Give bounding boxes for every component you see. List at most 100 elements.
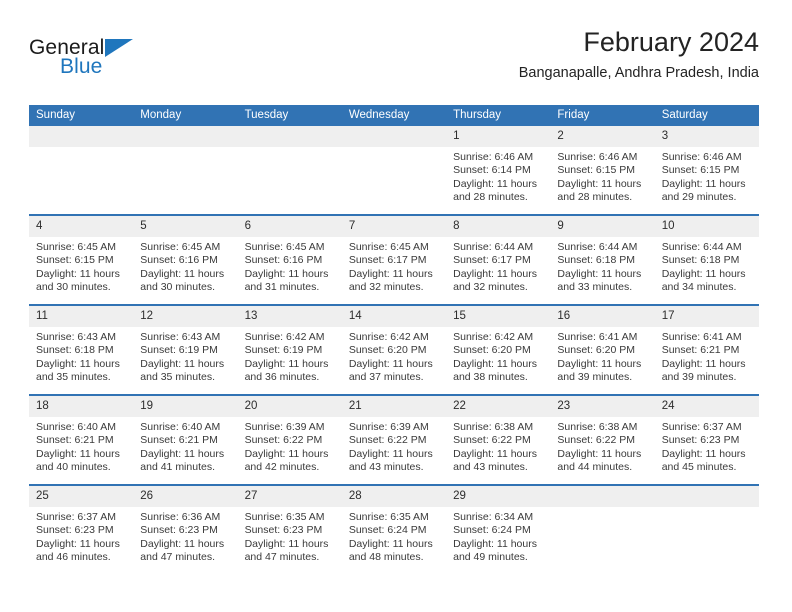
daylight-text-line2: and 36 minutes. — [244, 371, 320, 384]
day-number: 27 — [237, 486, 342, 507]
day-cell[interactable]: 15 Sunrise: 6:42 AM Sunset: 6:20 PM Dayl… — [446, 304, 551, 395]
sunrise-text: Sunrise: 6:39 AM — [348, 421, 429, 433]
daylight-text-line2: and 45 minutes. — [661, 461, 737, 474]
sunrise-text: Sunrise: 6:45 AM — [348, 241, 429, 253]
day-cell[interactable]: 6 Sunrise: 6:45 AM Sunset: 6:16 PM Dayli… — [237, 214, 342, 305]
sunrise-text: Sunrise: 6:41 AM — [557, 331, 638, 343]
day-cell[interactable]: 21 Sunrise: 6:39 AM Sunset: 6:22 PM Dayl… — [341, 394, 447, 485]
daylight-text-line2: and 34 minutes. — [661, 281, 737, 294]
daylight-text-line2: and 32 minutes. — [453, 281, 528, 294]
sunrise-text: Sunrise: 6:45 AM — [36, 241, 116, 253]
weekday-header-tuesday: Tuesday — [237, 105, 342, 126]
day-number: 21 — [341, 396, 447, 417]
daylight-text-line2: and 48 minutes. — [348, 551, 424, 564]
sunset-text: Sunset: 6:17 PM — [348, 254, 427, 267]
day-number: 18 — [29, 396, 134, 417]
day-number — [29, 126, 134, 147]
day-cell[interactable]: 28 Sunrise: 6:35 AM Sunset: 6:24 PM Dayl… — [341, 484, 447, 574]
day-number: 29 — [446, 486, 551, 507]
daylight-text-line2: and 39 minutes. — [557, 371, 633, 384]
day-number: 9 — [550, 216, 655, 237]
day-cell[interactable]: 1 Sunrise: 6:46 AM Sunset: 6:14 PM Dayli… — [446, 126, 551, 215]
weekday-header-monday: Monday — [133, 105, 238, 126]
daylight-text-line1: Daylight: 11 hours — [661, 357, 746, 370]
daylight-text-line1: Daylight: 11 hours — [36, 267, 120, 280]
day-cell — [654, 484, 759, 574]
day-number: 16 — [550, 306, 655, 327]
day-cell[interactable]: 29 Sunrise: 6:34 AM Sunset: 6:24 PM Dayl… — [446, 484, 551, 574]
sunset-text: Sunset: 6:22 PM — [244, 434, 323, 447]
day-details: Sunrise: 6:42 AM Sunset: 6:20 PM Dayligh… — [446, 327, 550, 385]
day-number: 6 — [237, 216, 342, 237]
day-cell[interactable]: 10 Sunrise: 6:44 AM Sunset: 6:18 PM Dayl… — [654, 214, 759, 305]
day-cell[interactable]: 25 Sunrise: 6:37 AM Sunset: 6:23 PM Dayl… — [29, 484, 134, 574]
sunrise-text: Sunrise: 6:38 AM — [453, 421, 534, 433]
sunrise-text: Sunrise: 6:42 AM — [453, 331, 534, 343]
sunset-text: Sunset: 6:21 PM — [36, 434, 114, 447]
weekday-header-wednesday: Wednesday — [341, 105, 447, 126]
day-details: Sunrise: 6:38 AM Sunset: 6:22 PM Dayligh… — [446, 417, 550, 475]
day-number — [133, 126, 238, 147]
title-block: February 2024 Banganapalle, Andhra Prade… — [519, 26, 759, 83]
sunset-text: Sunset: 6:23 PM — [140, 524, 218, 537]
calendar-body: 1 Sunrise: 6:46 AM Sunset: 6:14 PM Dayli… — [29, 126, 759, 574]
sunset-text: Sunset: 6:16 PM — [244, 254, 323, 267]
day-cell[interactable]: 12 Sunrise: 6:43 AM Sunset: 6:19 PM Dayl… — [133, 304, 238, 395]
day-cell[interactable]: 26 Sunrise: 6:36 AM Sunset: 6:23 PM Dayl… — [133, 484, 238, 574]
daylight-text-line2: and 42 minutes. — [244, 461, 320, 474]
daylight-text-line2: and 38 minutes. — [453, 371, 528, 384]
calendar-page: General Blue February 2024 Banganapalle,… — [0, 0, 792, 612]
day-cell[interactable]: 20 Sunrise: 6:39 AM Sunset: 6:22 PM Dayl… — [237, 394, 342, 485]
daylight-text-line2: and 31 minutes. — [244, 281, 320, 294]
daylight-text-line2: and 37 minutes. — [348, 371, 424, 384]
sunrise-text: Sunrise: 6:35 AM — [348, 511, 429, 523]
day-cell[interactable]: 11 Sunrise: 6:43 AM Sunset: 6:18 PM Dayl… — [29, 304, 134, 395]
sunrise-text: Sunrise: 6:43 AM — [36, 331, 116, 343]
day-number: 11 — [29, 306, 134, 327]
day-number — [341, 126, 447, 147]
day-cell[interactable]: 18 Sunrise: 6:40 AM Sunset: 6:21 PM Dayl… — [29, 394, 134, 485]
day-number — [237, 126, 342, 147]
day-number: 5 — [133, 216, 238, 237]
day-cell[interactable]: 27 Sunrise: 6:35 AM Sunset: 6:23 PM Dayl… — [237, 484, 342, 574]
sunrise-text: Sunrise: 6:39 AM — [244, 421, 325, 433]
day-cell[interactable]: 5 Sunrise: 6:45 AM Sunset: 6:16 PM Dayli… — [133, 214, 238, 305]
calendar-week-row: 1 Sunrise: 6:46 AM Sunset: 6:14 PM Dayli… — [29, 126, 759, 215]
sunrise-text: Sunrise: 6:35 AM — [244, 511, 325, 523]
day-cell[interactable]: 24 Sunrise: 6:37 AM Sunset: 6:23 PM Dayl… — [654, 394, 759, 485]
sunset-text: Sunset: 6:14 PM — [453, 164, 531, 177]
daylight-text-line1: Daylight: 11 hours — [453, 357, 537, 370]
day-cell[interactable]: 16 Sunrise: 6:41 AM Sunset: 6:20 PM Dayl… — [550, 304, 655, 395]
daylight-text-line1: Daylight: 11 hours — [140, 357, 225, 370]
day-details: Sunrise: 6:40 AM Sunset: 6:21 PM Dayligh… — [29, 417, 133, 475]
day-details: Sunrise: 6:41 AM Sunset: 6:20 PM Dayligh… — [550, 327, 654, 385]
day-details: Sunrise: 6:43 AM Sunset: 6:18 PM Dayligh… — [29, 327, 133, 385]
daylight-text-line1: Daylight: 11 hours — [348, 537, 433, 550]
daylight-text-line1: Daylight: 11 hours — [140, 537, 225, 550]
page-title: February 2024 — [583, 27, 759, 57]
day-cell[interactable]: 8 Sunrise: 6:44 AM Sunset: 6:17 PM Dayli… — [446, 214, 551, 305]
daylight-text-line2: and 47 minutes. — [140, 551, 215, 564]
day-cell[interactable]: 3 Sunrise: 6:46 AM Sunset: 6:15 PM Dayli… — [654, 126, 759, 215]
general-blue-logo[interactable]: General Blue — [29, 36, 229, 92]
day-details: Sunrise: 6:40 AM Sunset: 6:21 PM Dayligh… — [133, 417, 237, 475]
day-cell[interactable]: 17 Sunrise: 6:41 AM Sunset: 6:21 PM Dayl… — [654, 304, 759, 395]
day-cell[interactable]: 2 Sunrise: 6:46 AM Sunset: 6:15 PM Dayli… — [550, 126, 655, 215]
day-cell[interactable]: 9 Sunrise: 6:44 AM Sunset: 6:18 PM Dayli… — [550, 214, 655, 305]
day-cell[interactable]: 23 Sunrise: 6:38 AM Sunset: 6:22 PM Dayl… — [550, 394, 655, 485]
daylight-text-line1: Daylight: 11 hours — [557, 357, 642, 370]
day-cell[interactable]: 13 Sunrise: 6:42 AM Sunset: 6:19 PM Dayl… — [237, 304, 342, 395]
daylight-text-line2: and 39 minutes. — [661, 371, 737, 384]
sunrise-text: Sunrise: 6:37 AM — [36, 511, 116, 523]
sunset-text: Sunset: 6:15 PM — [557, 164, 636, 177]
day-cell[interactable]: 7 Sunrise: 6:45 AM Sunset: 6:17 PM Dayli… — [341, 214, 447, 305]
day-details: Sunrise: 6:45 AM Sunset: 6:15 PM Dayligh… — [29, 237, 133, 295]
day-cell[interactable]: 22 Sunrise: 6:38 AM Sunset: 6:22 PM Dayl… — [446, 394, 551, 485]
day-number: 2 — [550, 126, 655, 147]
day-number: 26 — [133, 486, 238, 507]
day-cell[interactable]: 4 Sunrise: 6:45 AM Sunset: 6:15 PM Dayli… — [29, 214, 134, 305]
day-details: Sunrise: 6:44 AM Sunset: 6:18 PM Dayligh… — [655, 237, 759, 295]
day-cell[interactable]: 14 Sunrise: 6:42 AM Sunset: 6:20 PM Dayl… — [341, 304, 447, 395]
day-cell[interactable]: 19 Sunrise: 6:40 AM Sunset: 6:21 PM Dayl… — [133, 394, 238, 485]
day-number: 19 — [133, 396, 238, 417]
